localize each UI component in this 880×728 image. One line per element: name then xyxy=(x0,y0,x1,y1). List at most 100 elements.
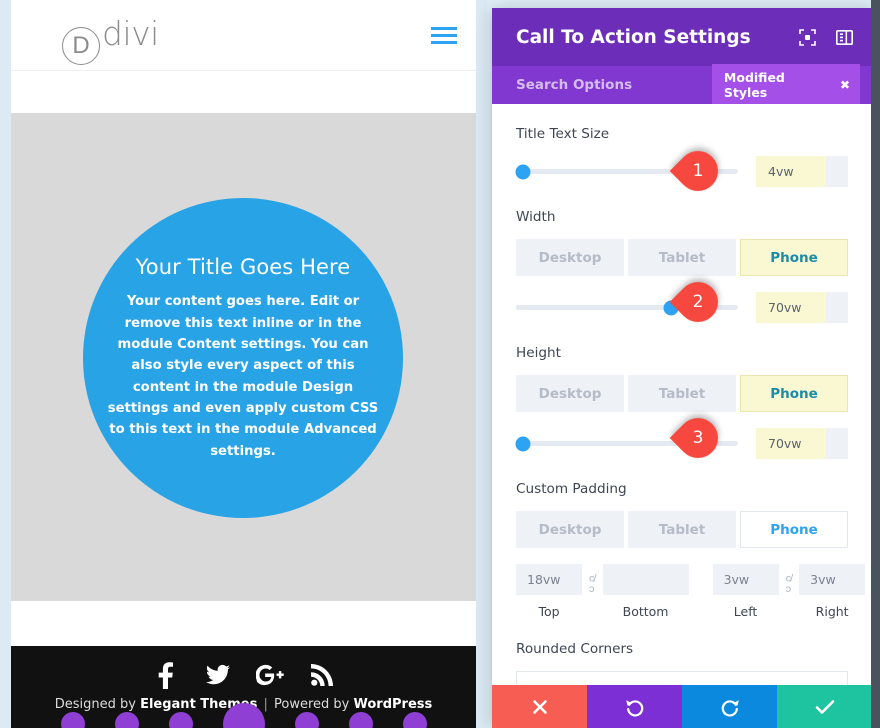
device-tab-desktop-padding[interactable]: Desktop xyxy=(516,511,624,548)
modal-action-bar xyxy=(492,685,872,728)
device-tab-desktop-width[interactable]: Desktop xyxy=(516,239,624,276)
device-tab-desktop-height[interactable]: Desktop xyxy=(516,375,624,412)
site-footer: Designed by Elegant Themes | Powered by … xyxy=(11,646,476,728)
slider-handle-title-text-size[interactable] xyxy=(515,164,531,179)
facebook-icon[interactable] xyxy=(151,660,181,690)
close-icon[interactable]: ✖ xyxy=(840,78,850,92)
device-tab-tablet-padding[interactable]: Tablet xyxy=(628,511,736,548)
field-width: Width Desktop Tablet Phone 70vw 2 xyxy=(516,209,848,331)
padding-input-right[interactable]: 3vw xyxy=(799,564,866,595)
modal-title: Call To Action Settings xyxy=(516,26,751,48)
builder-bubble[interactable] xyxy=(60,712,85,728)
device-tab-tablet-width[interactable]: Tablet xyxy=(628,239,736,276)
cta-body-text: Your content goes here. Edit or remove t… xyxy=(107,294,379,459)
credit-separator: | xyxy=(259,697,273,712)
hamburger-bar xyxy=(431,40,457,44)
slider-row-title-text-size: 4vw 1 xyxy=(515,142,848,200)
value-input-width[interactable]: 70vw xyxy=(756,292,826,323)
divi-logo-mark: D xyxy=(62,26,100,65)
device-tab-tablet-height[interactable]: Tablet xyxy=(628,375,736,412)
credit-prefix: Designed by xyxy=(54,697,141,712)
google-plus-icon[interactable] xyxy=(255,660,285,690)
credit-platform[interactable]: WordPress xyxy=(354,697,433,712)
slider-handle-width[interactable] xyxy=(663,300,679,315)
footer-spacer xyxy=(11,601,476,646)
modal-search-bar: Modified Styles ✖ xyxy=(492,64,872,106)
page-scrollbar[interactable] xyxy=(871,0,880,728)
padding-caption-top: Top xyxy=(538,604,560,619)
field-label-title-text-size: Title Text Size xyxy=(516,126,610,142)
value-input-title-text-size[interactable]: 4vw xyxy=(756,156,826,187)
divi-logo[interactable]: D divi xyxy=(62,13,159,65)
padding-caption-left: Left xyxy=(733,604,758,619)
field-custom-padding: Custom Padding Desktop Tablet Phone 18vw… xyxy=(516,481,866,619)
hamburger-menu-icon[interactable] xyxy=(431,26,457,44)
padding-input-left[interactable]: 3vw xyxy=(712,564,779,595)
cancel-button[interactable] xyxy=(492,685,587,728)
builder-bubble[interactable] xyxy=(168,712,193,728)
field-label-height: Height xyxy=(516,345,561,361)
callout-number-2: 2 xyxy=(692,292,704,312)
padding-cell-top: 18vw Top xyxy=(516,564,582,619)
builder-bubble[interactable] xyxy=(402,712,427,728)
device-tabs-width: Desktop Tablet Phone xyxy=(516,239,848,276)
builder-bubble[interactable] xyxy=(348,712,373,728)
slider-track-height[interactable] xyxy=(515,436,738,451)
field-label-custom-padding: Custom Padding xyxy=(516,481,627,497)
field-title-text-size: Title Text Size 4vw 1 xyxy=(515,126,848,200)
slider-track-width[interactable] xyxy=(516,300,738,315)
checkmark-icon xyxy=(815,699,834,714)
slider-handle-height[interactable] xyxy=(515,436,531,451)
builder-bubble[interactable] xyxy=(294,712,319,728)
preview-page: D divi Your Title Goes Here Your content… xyxy=(11,0,476,728)
device-tab-phone-padding[interactable]: Phone xyxy=(740,511,848,548)
social-icons-row xyxy=(11,660,476,690)
undo-arrow-icon xyxy=(625,699,643,717)
site-header: D divi xyxy=(11,0,476,71)
link-sync-icon-top-bottom[interactable]: c/ɔ xyxy=(582,573,603,595)
cta-title: Your Title Goes Here xyxy=(135,254,351,279)
header-spacer xyxy=(11,71,476,113)
callout-pin-3: 3 xyxy=(669,409,734,467)
builder-bubble[interactable] xyxy=(114,712,139,728)
divi-logo-text: divi xyxy=(102,13,159,53)
focus-target-icon[interactable] xyxy=(799,28,816,46)
hamburger-bar xyxy=(431,33,457,37)
slider-track-title-text-size[interactable] xyxy=(515,164,738,179)
twitter-icon[interactable] xyxy=(203,660,233,690)
credit-mid: Powered by xyxy=(274,697,354,712)
pin-shape xyxy=(669,273,727,331)
padding-input-bottom[interactable] xyxy=(602,564,689,595)
redo-button[interactable] xyxy=(682,685,777,728)
value-input-height[interactable]: 70vw xyxy=(756,428,826,459)
search-options-input[interactable] xyxy=(516,77,712,93)
modified-styles-badge[interactable]: Modified Styles ✖ xyxy=(711,64,860,106)
close-x-icon xyxy=(532,699,547,714)
slider-row-width: 70vw 2 xyxy=(516,273,848,331)
field-label-width: Width xyxy=(516,209,556,225)
modal-body: Title Text Size 4vw 1 Width Desktop Tabl… xyxy=(492,104,872,728)
settings-modal: Call To Action Settings Modified Styles … xyxy=(492,8,872,728)
undo-button[interactable] xyxy=(587,685,682,728)
cta-module[interactable]: Your Title Goes Here Your content goes h… xyxy=(83,198,403,518)
device-tabs-custom-padding: Desktop Tablet Phone xyxy=(516,511,848,548)
device-tab-phone-height[interactable]: Phone xyxy=(740,375,848,412)
padding-input-top[interactable]: 18vw xyxy=(516,564,582,595)
callout-number-3: 3 xyxy=(692,428,704,448)
link-sync-icon-left-right[interactable]: c/ɔ xyxy=(779,573,800,595)
padding-cell-bottom: Bottom xyxy=(602,564,689,619)
value-box-height: 70vw xyxy=(756,428,848,459)
cta-section: Your Title Goes Here Your content goes h… xyxy=(11,113,476,601)
rss-icon[interactable] xyxy=(307,660,337,690)
field-label-rounded-corners: Rounded Corners xyxy=(516,641,634,657)
callout-pin-2: 2 xyxy=(669,273,734,331)
value-box-width: 70vw xyxy=(756,292,848,323)
device-tab-phone-width[interactable]: Phone xyxy=(740,239,848,276)
padding-caption-right: Right xyxy=(815,604,849,619)
padding-inputs-row: 18vw Top c/ɔ Bottom 3vw Left c/ɔ 3vw Rig… xyxy=(516,564,866,619)
field-height: Height Desktop Tablet Phone 70vw 3 xyxy=(515,345,848,467)
panel-layout-icon[interactable] xyxy=(836,29,853,45)
modified-styles-label: Modified Styles xyxy=(723,70,785,100)
padding-cell-right: 3vw Right xyxy=(799,564,866,619)
save-button[interactable] xyxy=(777,685,872,728)
